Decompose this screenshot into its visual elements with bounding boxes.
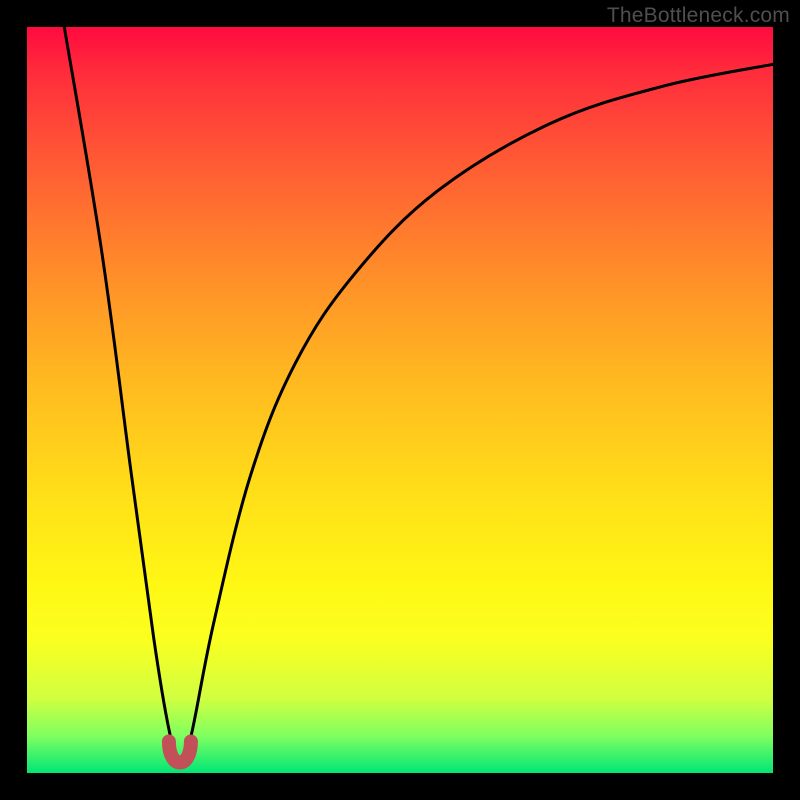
watermark-text: TheBottleneck.com <box>607 4 790 28</box>
bottleneck-curve-path <box>64 27 773 766</box>
minimum-marker <box>169 742 191 763</box>
chart-plot-area <box>27 27 773 773</box>
bottleneck-curve-svg <box>27 27 773 773</box>
